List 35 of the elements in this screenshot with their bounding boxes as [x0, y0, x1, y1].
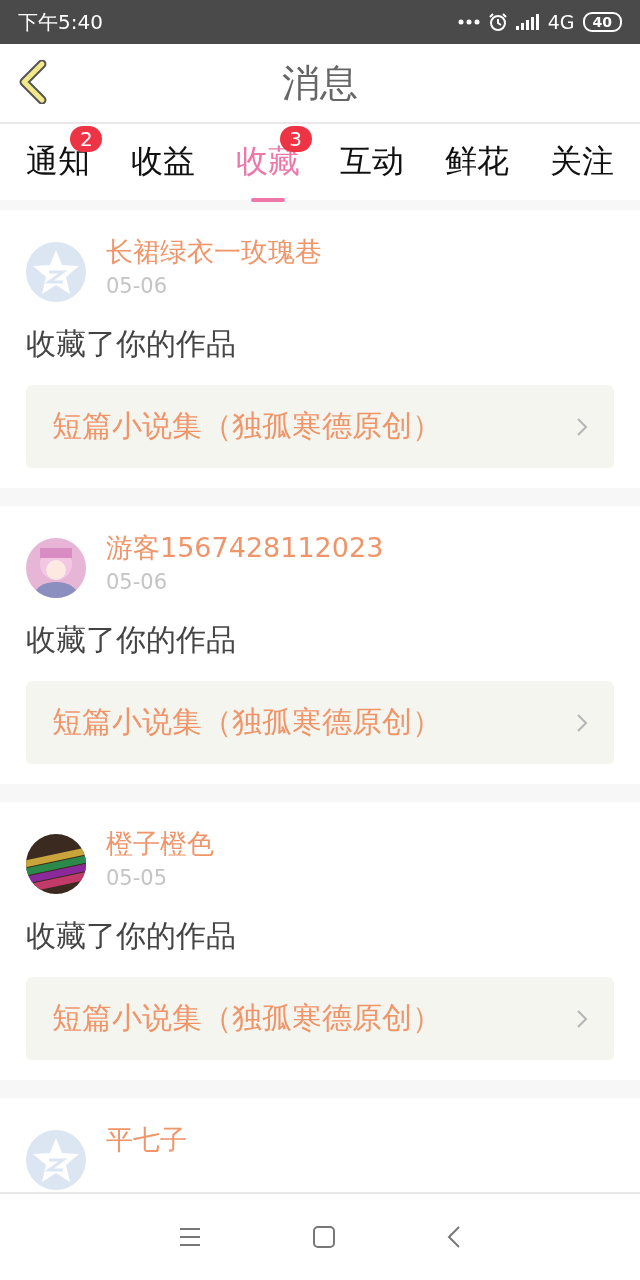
back-icon[interactable]: [18, 60, 48, 104]
back-icon[interactable]: [447, 1225, 461, 1249]
work-link[interactable]: 短篇小说集（独孤寒德原创）: [26, 681, 614, 764]
chevron-right-icon: [576, 1008, 588, 1029]
message-text: 收藏了你的作品: [26, 325, 237, 363]
message-text: 收藏了你的作品: [26, 917, 237, 955]
chevron-right-icon: [576, 712, 588, 733]
count-badge: 2: [70, 126, 103, 152]
work-title: 短篇小说集（独孤寒德原创）: [52, 407, 442, 445]
user-name[interactable]: 长裙绿衣一玫瑰巷: [106, 234, 322, 270]
tab[interactable]: 鲜花: [442, 136, 511, 188]
network-label: 4G: [547, 11, 575, 33]
tab[interactable]: 收益: [129, 136, 197, 188]
page-title: 消息: [282, 59, 358, 107]
chevron-right-icon: [576, 416, 588, 437]
message-date: 05-06: [106, 274, 169, 298]
status-time: 下午5:40: [18, 8, 103, 36]
work-title: 短篇小说集（独孤寒德原创）: [52, 703, 442, 741]
work-link[interactable]: 短篇小说集（独孤寒德原创）: [26, 385, 614, 468]
more-dots-icon: [457, 19, 480, 25]
home-icon[interactable]: [313, 1226, 335, 1248]
tab[interactable]: 互动: [338, 136, 407, 188]
alarm-icon: [487, 12, 508, 32]
user-name[interactable]: 平七子: [106, 1122, 187, 1158]
message-date: 05-06: [106, 570, 169, 594]
work-link[interactable]: 短篇小说集（独孤寒德原创）: [26, 977, 614, 1060]
user-name[interactable]: 橙子橙色: [106, 826, 214, 862]
user-name[interactable]: 游客1567428112023: [106, 530, 384, 566]
message-date: 05-05: [106, 866, 169, 890]
tab[interactable]: 关注: [547, 136, 616, 188]
signal-icon: [515, 14, 540, 30]
menu-icon[interactable]: [179, 1227, 201, 1247]
work-title: 短篇小说集（独孤寒德原创）: [52, 999, 442, 1037]
message-text: 收藏了你的作品: [26, 621, 237, 659]
battery-indicator: 40: [582, 12, 622, 32]
